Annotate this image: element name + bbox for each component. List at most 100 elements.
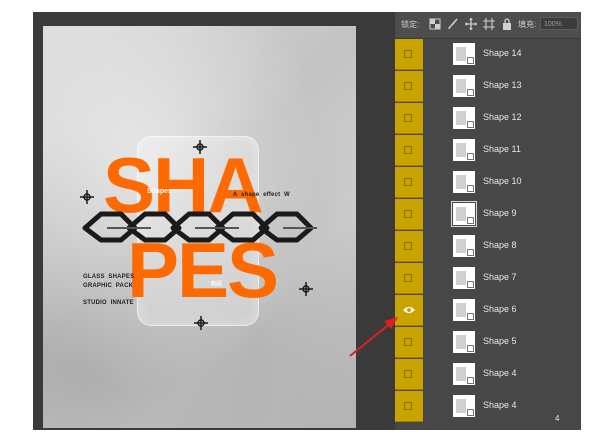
- hidden-visibility-box: [404, 402, 412, 410]
- thumbnail-shape: [456, 271, 466, 285]
- visibility-toggle[interactable]: [395, 391, 423, 422]
- hidden-visibility-box: [404, 338, 412, 346]
- left-caption: GLASS SHAPES GRAPHIC PACK STUDIO INNATE: [83, 274, 135, 307]
- thumbnail-shape: [456, 335, 466, 349]
- vector-mask-icon: [467, 57, 474, 64]
- visibility-toggle[interactable]: [395, 135, 423, 166]
- visibility-toggle[interactable]: [395, 71, 423, 102]
- vector-mask-icon: [467, 409, 474, 416]
- brush-icon[interactable]: [447, 18, 459, 30]
- lock-bar: 锁定: 填充: 100%: [395, 12, 581, 39]
- layer-row[interactable]: Shape 6: [395, 295, 581, 327]
- vector-mask-icon: [467, 121, 474, 128]
- crosshair-icon: [193, 140, 207, 154]
- glass-label: Shapes: [147, 188, 172, 195]
- visibility-toggle[interactable]: [395, 263, 423, 294]
- layer-thumbnail: [453, 107, 475, 129]
- layer-thumbnail: [453, 235, 475, 257]
- artboard-icon[interactable]: [483, 18, 495, 30]
- poster-artwork: SHA PES Shapes Rili A shape effect W GLA…: [43, 26, 356, 428]
- crosshair-icon: [80, 190, 94, 204]
- vector-mask-icon: [467, 313, 474, 320]
- layer-row[interactable]: Shape 9: [395, 199, 581, 231]
- vector-mask-icon: [467, 281, 474, 288]
- hidden-visibility-box: [404, 370, 412, 378]
- crosshair-icon: [299, 282, 313, 296]
- glass-tag: Rili: [211, 281, 222, 288]
- visibility-toggle[interactable]: [395, 295, 423, 326]
- canvas-area[interactable]: SHA PES Shapes Rili A shape effect W GLA…: [33, 12, 395, 430]
- thumbnail-shape: [456, 47, 466, 61]
- thumbnail-shape: [456, 175, 466, 189]
- hidden-visibility-box: [404, 82, 412, 90]
- layer-name: Shape 9: [483, 208, 517, 218]
- layer-thumbnail: [453, 395, 475, 417]
- layer-row[interactable]: Shape 11: [395, 135, 581, 167]
- thumbnail-shape: [456, 143, 466, 157]
- crosshair-icon: [194, 316, 208, 330]
- layer-name: Shape 5: [483, 336, 517, 346]
- layer-row[interactable]: Shape 7: [395, 263, 581, 295]
- hidden-visibility-box: [404, 242, 412, 250]
- thumbnail-shape: [456, 303, 466, 317]
- layer-row[interactable]: Shape 5: [395, 327, 581, 359]
- layer-name: Shape 7: [483, 272, 517, 282]
- visibility-toggle[interactable]: [395, 103, 423, 134]
- layer-row[interactable]: Shape 8: [395, 231, 581, 263]
- vector-mask-icon: [467, 185, 474, 192]
- layer-row[interactable]: Shape 13: [395, 71, 581, 103]
- hidden-visibility-box: [404, 50, 412, 58]
- lock-icon[interactable]: [501, 18, 513, 30]
- panel-footer-number: 4: [555, 414, 560, 423]
- layer-row[interactable]: Shape 12: [395, 103, 581, 135]
- layers-panel: 锁定: 填充: 100% Shape 14 Shape 13 Shape 12 Sha…: [395, 12, 581, 430]
- layer-thumbnail: [453, 267, 475, 289]
- thumbnail-shape: [456, 111, 466, 125]
- layer-name: Shape 11: [483, 144, 521, 154]
- layer-name: Shape 4: [483, 400, 517, 410]
- layer-row[interactable]: Shape 4: [395, 391, 581, 423]
- vector-mask-icon: [467, 153, 474, 160]
- right-caption: A shape effect W: [233, 192, 290, 198]
- move-icon[interactable]: [465, 18, 477, 30]
- vector-mask-icon: [467, 345, 474, 352]
- thumbnail-shape: [456, 79, 466, 93]
- hidden-visibility-box: [404, 210, 412, 218]
- photoshop-window: SHA PES Shapes Rili A shape effect W GLA…: [33, 12, 581, 430]
- hidden-visibility-box: [404, 146, 412, 154]
- thumbnail-shape: [456, 399, 466, 413]
- hidden-visibility-box: [404, 178, 412, 186]
- vector-mask-icon: [467, 89, 474, 96]
- fill-input[interactable]: 100%: [540, 17, 578, 30]
- layer-thumbnail: [453, 331, 475, 353]
- thumbnail-shape: [456, 207, 466, 221]
- hidden-visibility-box: [404, 114, 412, 122]
- layer-row[interactable]: Shape 4: [395, 359, 581, 391]
- layer-name: Shape 12: [483, 112, 522, 122]
- layer-row[interactable]: Shape 10: [395, 167, 581, 199]
- visibility-toggle[interactable]: [395, 167, 423, 198]
- visibility-toggle[interactable]: [395, 199, 423, 230]
- layer-thumbnail: [453, 171, 475, 193]
- layer-name: Shape 14: [483, 48, 522, 58]
- layer-thumbnail: [453, 299, 475, 321]
- layer-thumbnail: [451, 201, 477, 227]
- chain-graphic: [82, 211, 317, 243]
- lock-transparent-icon[interactable]: [429, 18, 441, 30]
- layer-name: Shape 6: [483, 304, 517, 314]
- layer-thumbnail: [453, 75, 475, 97]
- visibility-toggle[interactable]: [395, 39, 423, 70]
- visibility-toggle[interactable]: [395, 327, 423, 358]
- layer-thumbnail: [453, 43, 475, 65]
- thumbnail-shape: [456, 367, 466, 381]
- fill-label: 填充:: [518, 20, 537, 29]
- layer-thumbnail: [453, 139, 475, 161]
- layer-name: Shape 10: [483, 176, 522, 186]
- vector-mask-icon: [467, 249, 474, 256]
- layer-name: Shape 13: [483, 80, 522, 90]
- layer-row[interactable]: Shape 14: [395, 39, 581, 71]
- lock-label: 锁定:: [401, 20, 420, 29]
- visibility-toggle[interactable]: [395, 359, 423, 390]
- layer-thumbnail: [453, 363, 475, 385]
- visibility-toggle[interactable]: [395, 231, 423, 262]
